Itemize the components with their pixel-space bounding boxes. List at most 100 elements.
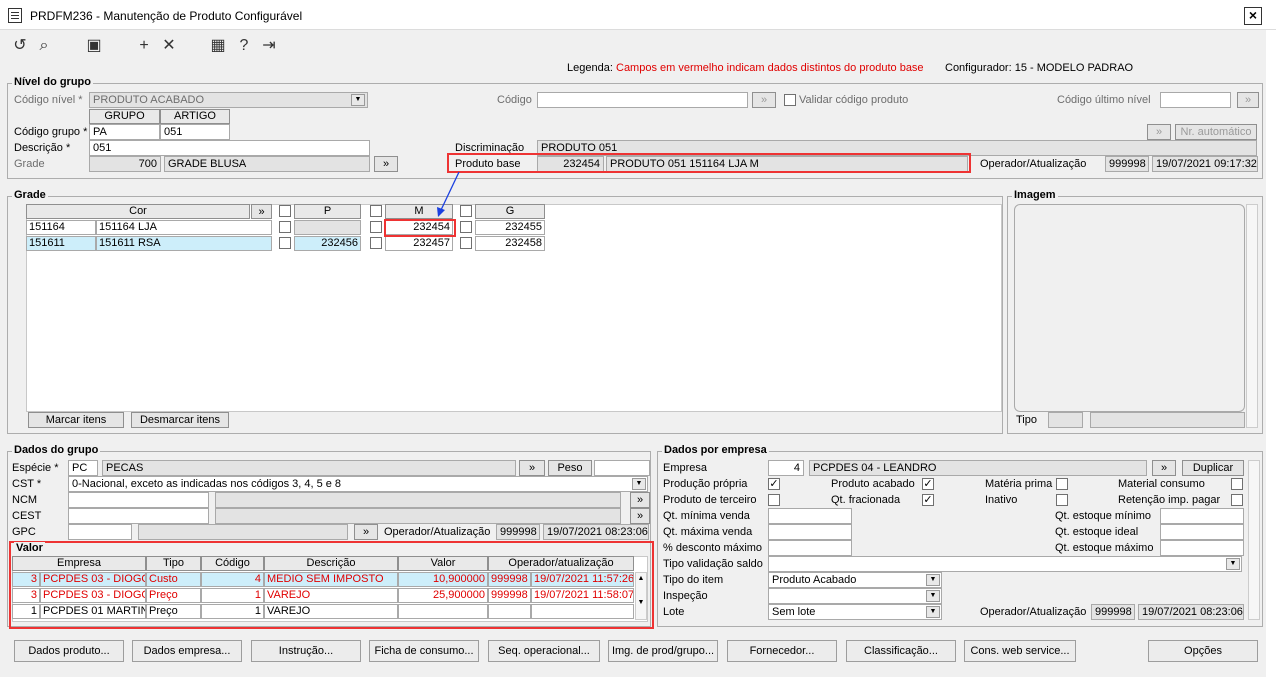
- cons-web-service-button[interactable]: Cons. web service...: [964, 640, 1076, 662]
- valor-row-3-data[interactable]: [531, 604, 634, 619]
- grade-row-2-m-checkbox[interactable]: [370, 237, 382, 249]
- chevron-down-icon[interactable]: ▼: [926, 590, 940, 602]
- valor-row-3-num[interactable]: 1: [12, 604, 40, 619]
- valor-row-1-num[interactable]: 3: [12, 572, 40, 587]
- grupo-input[interactable]: PA: [89, 124, 160, 140]
- valor-row-2-empresa[interactable]: PCPDES 03 - DIOGO: [40, 588, 146, 603]
- save-icon[interactable]: ▣: [84, 36, 104, 56]
- size-m-checkbox[interactable]: [370, 205, 382, 217]
- grade-row-1-desc[interactable]: 151164 LJA: [96, 220, 272, 235]
- dados-produto-button[interactable]: Dados produto...: [14, 640, 124, 662]
- qt-max-venda-input[interactable]: [768, 524, 852, 540]
- grade-row-1-m[interactable]: 232454: [385, 220, 453, 235]
- help-icon[interactable]: ?: [234, 36, 254, 56]
- especie-code[interactable]: PC: [68, 460, 98, 476]
- chevron-down-icon[interactable]: ▼: [351, 94, 365, 106]
- descricao-input[interactable]: 051: [89, 140, 370, 156]
- tipo-item-select[interactable]: Produto Acabado: [768, 572, 942, 588]
- add-icon[interactable]: +: [134, 36, 154, 56]
- grade-row-2-p[interactable]: 232456: [294, 236, 361, 251]
- nr-lookup-button[interactable]: »: [1147, 124, 1171, 140]
- empresa-lookup-button[interactable]: »: [1152, 460, 1176, 476]
- cor-expand-button[interactable]: »: [251, 204, 272, 219]
- grade-row-1-m-checkbox[interactable]: [370, 221, 382, 233]
- codigo-ultimo-lookup-button[interactable]: »: [1237, 92, 1259, 108]
- img-prod-grupo-button[interactable]: Img. de prod/grupo...: [608, 640, 718, 662]
- opcoes-button[interactable]: Opções: [1148, 640, 1258, 662]
- valor-row-1-empresa[interactable]: PCPDES 03 - DIOGO: [40, 572, 146, 587]
- inspecao-select[interactable]: [768, 588, 942, 604]
- delete-icon[interactable]: ✕: [159, 36, 179, 56]
- produto-terceiro-checkbox[interactable]: [768, 494, 780, 506]
- valor-row-3-empresa[interactable]: PCPDES 01 MARTINS: [40, 604, 146, 619]
- gpc-lookup-button[interactable]: »: [354, 524, 378, 540]
- produto-acabado-checkbox[interactable]: ✓: [922, 478, 934, 490]
- tipo-validacao-select[interactable]: [768, 556, 1242, 572]
- materia-prima-checkbox[interactable]: [1056, 478, 1068, 490]
- qt-min-venda-input[interactable]: [768, 508, 852, 524]
- valor-row-2-num[interactable]: 3: [12, 588, 40, 603]
- codigo-nivel-select[interactable]: PRODUTO ACABADO: [89, 92, 368, 108]
- grade-row-1-g[interactable]: 232455: [475, 220, 545, 235]
- valor-row-3-tipo[interactable]: Preço: [146, 604, 201, 619]
- image-scrollbar[interactable]: [1246, 204, 1258, 428]
- valor-row-2-codigo[interactable]: 1: [201, 588, 264, 603]
- grade-lookup-button[interactable]: »: [374, 156, 398, 172]
- calendar-icon[interactable]: ▦: [208, 36, 228, 56]
- valor-row-1-tipo[interactable]: Custo: [146, 572, 201, 587]
- chevron-down-icon[interactable]: ▼: [1226, 558, 1240, 570]
- fornecedor-button[interactable]: Fornecedor...: [727, 640, 837, 662]
- ncm-input[interactable]: [68, 492, 209, 508]
- retencao-checkbox[interactable]: [1231, 494, 1243, 506]
- peso-input[interactable]: [594, 460, 650, 476]
- artigo-input[interactable]: 051: [160, 124, 230, 140]
- classificacao-button[interactable]: Classificação...: [846, 640, 956, 662]
- search-icon[interactable]: ⌕: [34, 36, 54, 56]
- codigo-input[interactable]: [537, 92, 748, 108]
- seq-operacional-button[interactable]: Seq. operacional...: [488, 640, 600, 662]
- grade-row-1-p[interactable]: [294, 220, 361, 235]
- valor-row-1-operador[interactable]: 999998: [488, 572, 531, 587]
- valor-scrollbar[interactable]: ▲ ▼: [635, 572, 647, 620]
- qt-est-max-input[interactable]: [1160, 540, 1244, 556]
- marcar-itens-button[interactable]: Marcar itens: [28, 412, 124, 428]
- desmarcar-itens-button[interactable]: Desmarcar itens: [131, 412, 229, 428]
- cest-lookup-button[interactable]: »: [630, 508, 650, 524]
- qt-fracionada-checkbox[interactable]: ✓: [922, 494, 934, 506]
- valor-row-2-data[interactable]: 19/07/2021 11:58:07: [531, 588, 634, 603]
- size-p-checkbox[interactable]: [279, 205, 291, 217]
- close-button[interactable]: ×: [1244, 7, 1262, 25]
- especie-lookup-button[interactable]: »: [519, 460, 545, 476]
- valor-row-1-data[interactable]: 19/07/2021 11:57:26: [531, 572, 634, 587]
- valor-row-3-valor[interactable]: [398, 604, 488, 619]
- valor-row-2-descricao[interactable]: VAREJO: [264, 588, 398, 603]
- instrucao-button[interactable]: Instrução...: [251, 640, 361, 662]
- empresa-scrollbar[interactable]: [1248, 460, 1260, 620]
- valor-row-3-operador[interactable]: [488, 604, 531, 619]
- valor-row-3-codigo[interactable]: 1: [201, 604, 264, 619]
- grade-row-2-m[interactable]: 232457: [385, 236, 453, 251]
- lote-select[interactable]: Sem lote: [768, 604, 942, 620]
- valor-row-1-valor[interactable]: 10,900000: [398, 572, 488, 587]
- grade-row-1-code[interactable]: 151164: [26, 220, 96, 235]
- grade-row-2-code[interactable]: 151611: [26, 236, 96, 251]
- ficha-consumo-button[interactable]: Ficha de consumo...: [369, 640, 479, 662]
- valor-row-1-descricao[interactable]: MEDIO SEM IMPOSTO: [264, 572, 398, 587]
- codigo-lookup-button[interactable]: »: [752, 92, 776, 108]
- pct-desconto-input[interactable]: [768, 540, 852, 556]
- grade-row-1-p-checkbox[interactable]: [279, 221, 291, 233]
- chevron-down-icon[interactable]: ▼: [926, 574, 940, 586]
- codigo-ultimo-input[interactable]: [1160, 92, 1231, 108]
- grade-row-2-desc[interactable]: 151611 RSA: [96, 236, 272, 251]
- producao-propria-checkbox[interactable]: ✓: [768, 478, 780, 490]
- qt-est-ideal-input[interactable]: [1160, 524, 1244, 540]
- grade-row-2-g[interactable]: 232458: [475, 236, 545, 251]
- chevron-down-icon[interactable]: ▼: [632, 478, 646, 490]
- grade-row-1-g-checkbox[interactable]: [460, 221, 472, 233]
- valor-row-2-valor[interactable]: 25,900000: [398, 588, 488, 603]
- dados-empresa-button[interactable]: Dados empresa...: [132, 640, 242, 662]
- valor-row-2-operador[interactable]: 999998: [488, 588, 531, 603]
- grade-row-2-g-checkbox[interactable]: [460, 237, 472, 249]
- ncm-lookup-button[interactable]: »: [630, 492, 650, 508]
- valor-row-1-codigo[interactable]: 4: [201, 572, 264, 587]
